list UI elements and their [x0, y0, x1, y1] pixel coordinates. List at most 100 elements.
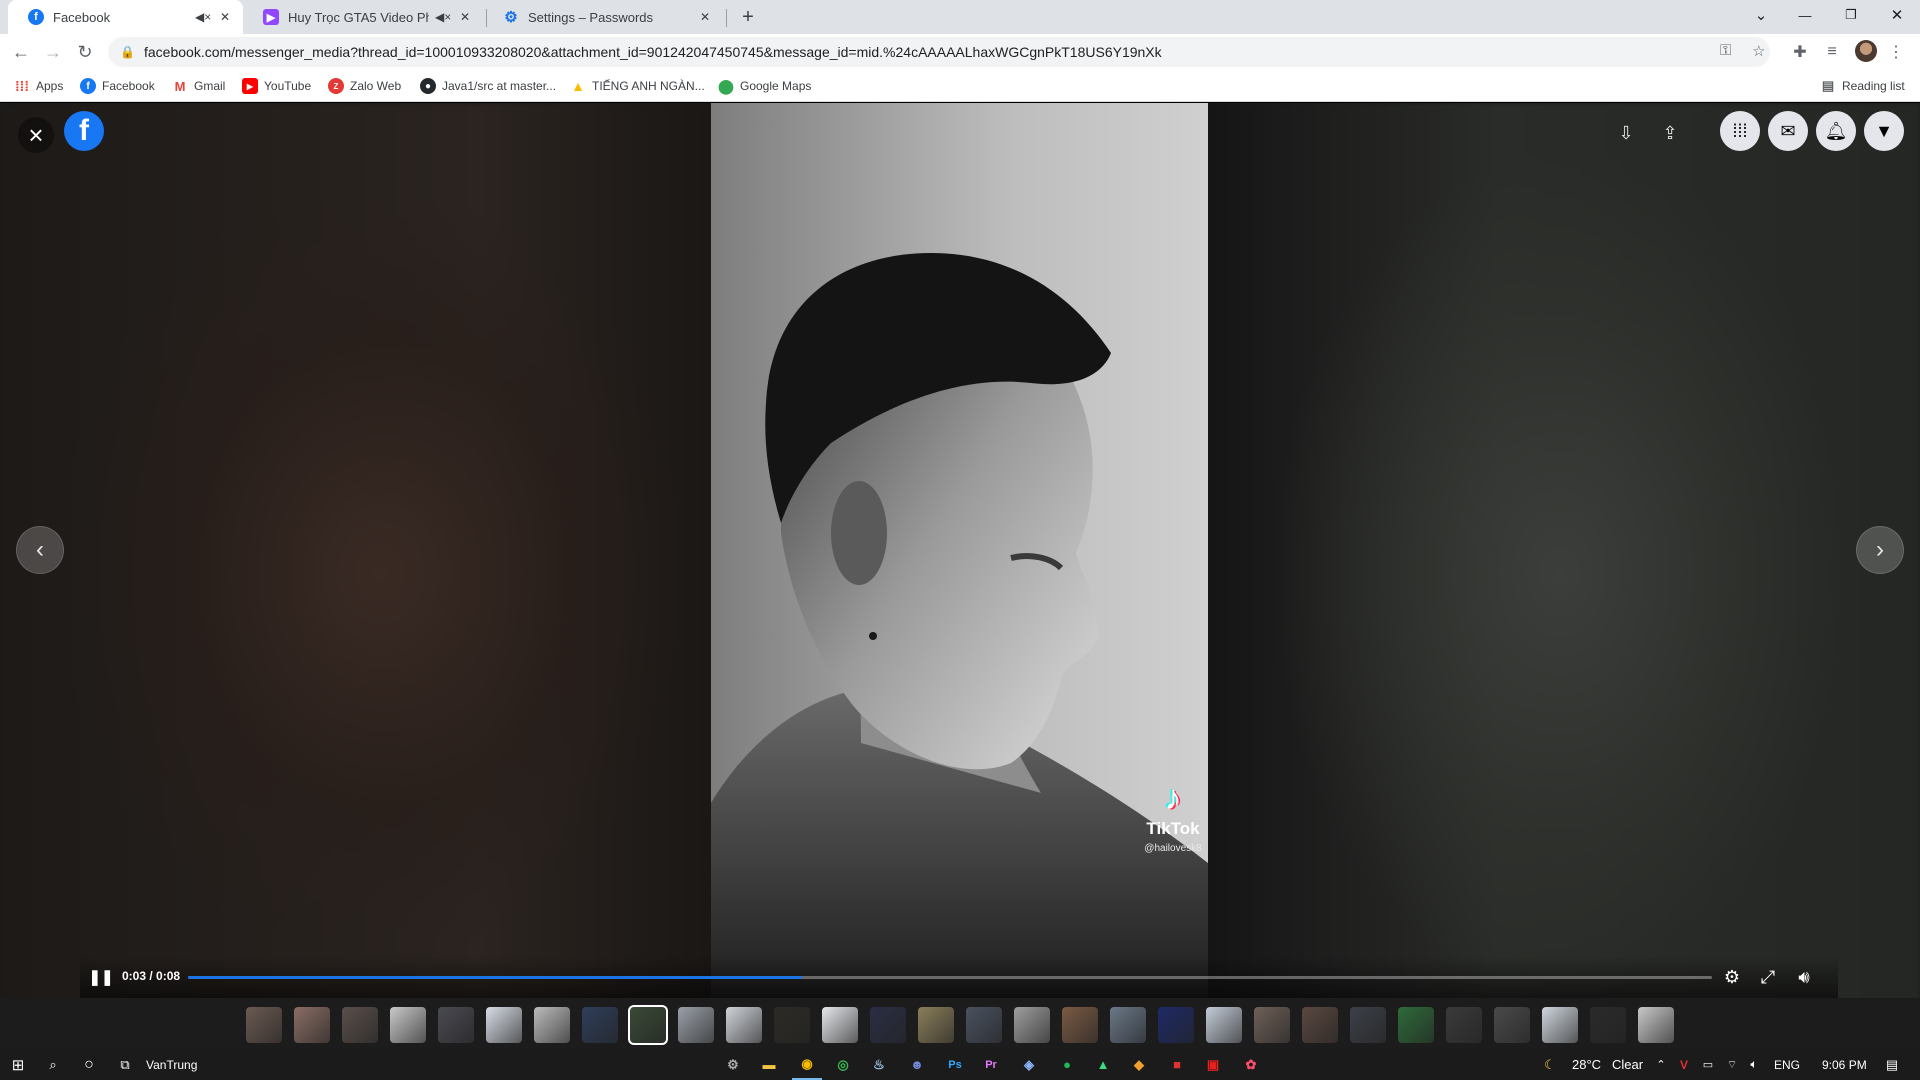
- account-dropdown-icon[interactable]: ▼: [1864, 111, 1904, 151]
- new-tab-button[interactable]: +: [724, 2, 772, 32]
- messenger-icon[interactable]: ✉: [1768, 111, 1808, 151]
- media-thumbnail[interactable]: [1494, 1007, 1530, 1043]
- bookmark-youtube[interactable]: ▶ YouTube: [242, 70, 311, 102]
- next-media-button[interactable]: ›: [1856, 526, 1904, 574]
- cube-app-icon[interactable]: ◈: [1014, 1049, 1044, 1080]
- bookmark-github[interactable]: ● Java1/src at master...: [420, 70, 556, 102]
- bookmark-zalo[interactable]: Z Zalo Web: [328, 70, 401, 102]
- notifications-bell-icon[interactable]: 🔔︎: [1816, 111, 1856, 151]
- android-icon[interactable]: ▲: [1088, 1049, 1118, 1080]
- media-thumbnail[interactable]: [1398, 1007, 1434, 1043]
- cortana-icon[interactable]: ○: [74, 1049, 104, 1080]
- media-thumbnail[interactable]: [1158, 1007, 1194, 1043]
- discord-icon[interactable]: ☻: [902, 1049, 932, 1080]
- file-explorer-icon[interactable]: ▬: [754, 1049, 784, 1080]
- settings-gear-icon[interactable]: ⚙: [1720, 965, 1744, 989]
- browser-app-icon[interactable]: ◎: [828, 1049, 858, 1080]
- media-thumbnail[interactable]: [1590, 1007, 1626, 1043]
- speaker-muted-icon[interactable]: ◀×: [435, 10, 451, 24]
- spotify-icon[interactable]: ●: [1052, 1049, 1082, 1080]
- media-thumbnail[interactable]: [294, 1007, 330, 1043]
- media-thumbnail[interactable]: [966, 1007, 1002, 1043]
- close-viewer-button[interactable]: ×: [18, 117, 54, 153]
- video-progress-bar[interactable]: [188, 976, 1712, 979]
- close-tab-icon[interactable]: ✕: [457, 10, 473, 24]
- close-tab-icon[interactable]: ✕: [217, 10, 233, 24]
- media-thumbnail[interactable]: [1302, 1007, 1338, 1043]
- weather-moon-icon[interactable]: ☾: [1540, 1049, 1560, 1080]
- media-thumbnail[interactable]: [678, 1007, 714, 1043]
- red-app-icon[interactable]: ■: [1162, 1049, 1192, 1080]
- search-icon[interactable]: ⌕: [38, 1049, 68, 1080]
- speaker-muted-icon[interactable]: ◀×: [195, 10, 211, 24]
- volume-icon[interactable]: 🔊︎: [1792, 965, 1816, 989]
- media-thumbnail[interactable]: [246, 1007, 282, 1043]
- media-thumbnail[interactable]: [774, 1007, 810, 1043]
- weather-condition[interactable]: Clear: [1612, 1049, 1643, 1080]
- media-thumbnail[interactable]: [390, 1007, 426, 1043]
- input-language[interactable]: ENG: [1774, 1049, 1800, 1080]
- bookmark-tieng-anh[interactable]: ▲ TIẾNG ANH NGÀN...: [570, 70, 705, 102]
- bookmark-facebook[interactable]: f Facebook: [80, 70, 155, 102]
- bookmark-apps[interactable]: ⁞⁞⁞ Apps: [14, 70, 63, 102]
- reading-list-button[interactable]: ▤ Reading list: [1820, 70, 1905, 102]
- profile-avatar[interactable]: [1855, 40, 1877, 62]
- media-thumbnail[interactable]: [1542, 1007, 1578, 1043]
- media-thumbnail[interactable]: [1638, 1007, 1674, 1043]
- url-text[interactable]: facebook.com/messenger_media?thread_id=1…: [144, 44, 1162, 60]
- media-thumbnail[interactable]: [1350, 1007, 1386, 1043]
- media-thumbnail[interactable]: [534, 1007, 570, 1043]
- tab-huy-troc[interactable]: ▶ Huy Trọc GTA5 Video Phát Trực tiếp ◀× …: [243, 0, 483, 34]
- media-thumbnail[interactable]: [342, 1007, 378, 1043]
- media-thumbnail[interactable]: [726, 1007, 762, 1043]
- steam-icon[interactable]: ♨: [864, 1049, 894, 1080]
- restore-button[interactable]: ❐: [1828, 0, 1874, 30]
- close-tab-icon[interactable]: ✕: [697, 10, 713, 24]
- tab-facebook[interactable]: f Facebook ◀× ✕: [8, 0, 243, 34]
- task-view-icon[interactable]: ⧉: [110, 1049, 140, 1080]
- media-thumbnail[interactable]: [1014, 1007, 1050, 1043]
- media-thumbnail[interactable]: [582, 1007, 618, 1043]
- bookmark-star-icon[interactable]: ☆: [1752, 42, 1765, 60]
- bookmark-gmail[interactable]: M Gmail: [172, 70, 226, 102]
- menu-grid-icon[interactable]: ⁞⁞⁞: [1720, 111, 1760, 151]
- chrome-icon[interactable]: ◉: [792, 1049, 822, 1080]
- windows-start-icon[interactable]: ⊞: [0, 1049, 36, 1080]
- download-icon[interactable]: ⇩: [1612, 119, 1640, 147]
- forward-arrow-icon[interactable]: →: [38, 37, 68, 67]
- media-thumbnail[interactable]: [870, 1007, 906, 1043]
- share-icon[interactable]: ⇪: [1656, 119, 1684, 147]
- media-control-icon[interactable]: ≡: [1820, 40, 1844, 64]
- media-thumbnail[interactable]: [486, 1007, 522, 1043]
- address-bar[interactable]: 🔒 facebook.com/messenger_media?thread_id…: [108, 37, 1770, 67]
- more-menu-icon[interactable]: ⋮: [1884, 40, 1908, 64]
- system-clock[interactable]: 9:06 PM: [1822, 1049, 1867, 1080]
- speaker-icon[interactable]: 🔈︎: [1746, 1049, 1762, 1080]
- facebook-logo-icon[interactable]: f: [64, 111, 104, 151]
- media-thumbnail[interactable]: [1254, 1007, 1290, 1043]
- weather-temp[interactable]: 28°C: [1572, 1049, 1601, 1080]
- media-thumbnail[interactable]: [1110, 1007, 1146, 1043]
- settings-app-icon[interactable]: ⚙: [718, 1049, 748, 1080]
- photoshop-icon[interactable]: Ps: [940, 1049, 970, 1080]
- wifi-icon[interactable]: ⌔: [1724, 1049, 1740, 1080]
- premiere-icon[interactable]: Pr: [976, 1049, 1006, 1080]
- battery-icon[interactable]: ▭: [1700, 1049, 1716, 1080]
- bookmark-google-maps[interactable]: ⬤ Google Maps: [718, 70, 811, 102]
- fullscreen-icon[interactable]: ⤢: [1756, 965, 1780, 989]
- media-thumbnail[interactable]: [1062, 1007, 1098, 1043]
- notifications-icon[interactable]: ▤: [1880, 1049, 1904, 1080]
- tab-settings-passwords[interactable]: ⚙ Settings – Passwords ✕: [483, 0, 723, 34]
- media-thumbnail[interactable]: [1446, 1007, 1482, 1043]
- media-thumbnail[interactable]: [438, 1007, 474, 1043]
- game-app-icon[interactable]: ◆: [1124, 1049, 1154, 1080]
- pause-icon[interactable]: ❚❚: [88, 966, 113, 988]
- show-hidden-icons-chevron-icon[interactable]: ⌃: [1654, 1049, 1668, 1080]
- close-window-button[interactable]: ✕: [1874, 0, 1920, 30]
- previous-media-button[interactable]: ‹: [16, 526, 64, 574]
- minimize-button[interactable]: —: [1782, 0, 1828, 30]
- media-app-icon[interactable]: ▣: [1198, 1049, 1228, 1080]
- media-thumbnail[interactable]: [822, 1007, 858, 1043]
- reload-icon[interactable]: ↻: [70, 37, 100, 67]
- video-player[interactable]: ♪ TikTok @hailovesk8: [711, 103, 1208, 998]
